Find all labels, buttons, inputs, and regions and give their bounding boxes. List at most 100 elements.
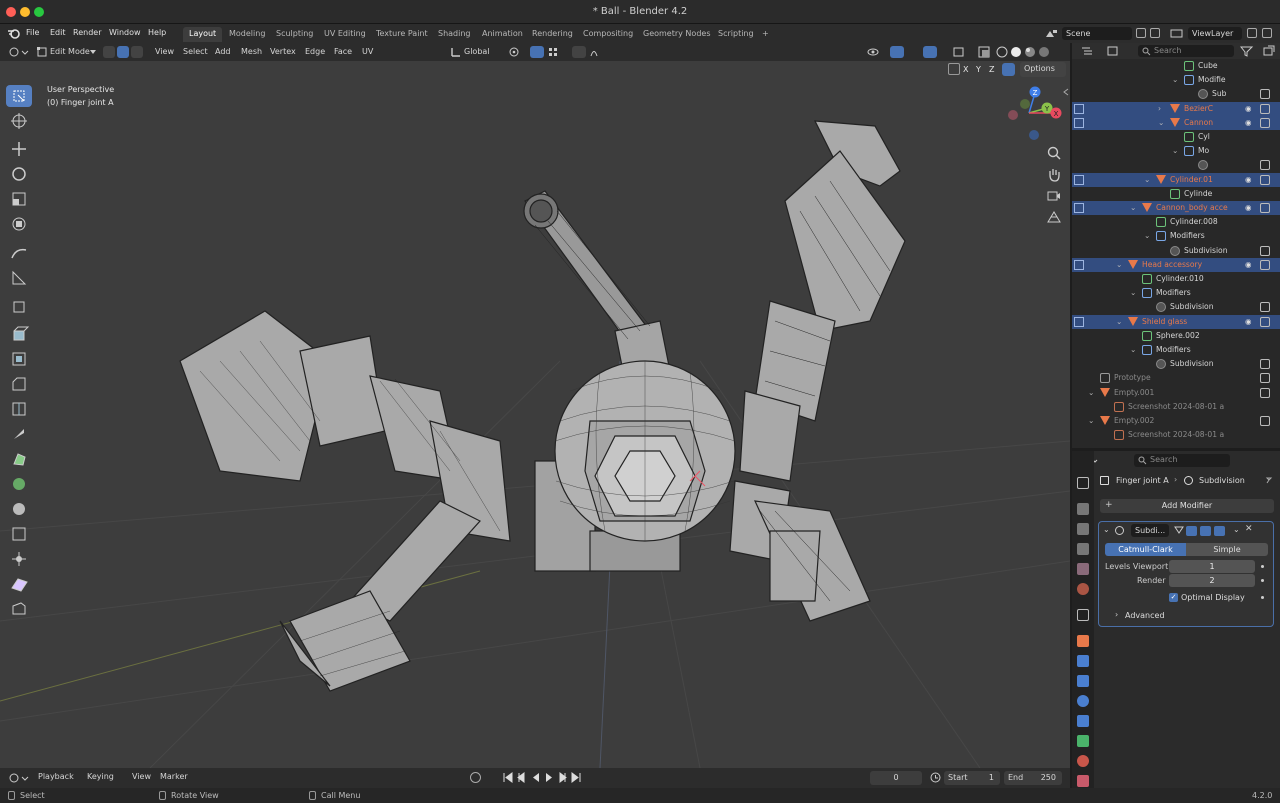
expand-chevron-down-icon[interactable]: ⌄ bbox=[1144, 231, 1150, 240]
rotate-tool[interactable] bbox=[6, 163, 32, 185]
preview-range-icon[interactable] bbox=[930, 772, 941, 783]
end-frame-field[interactable]: End 250 bbox=[1004, 771, 1062, 785]
poly-build-tool[interactable] bbox=[6, 448, 32, 470]
playback-controls[interactable] bbox=[500, 771, 586, 784]
auto-keying-icon[interactable] bbox=[470, 772, 481, 783]
shading-mode-icons[interactable] bbox=[996, 46, 1058, 58]
timeline-view-menu[interactable]: View bbox=[132, 772, 151, 781]
new-collection-icon[interactable] bbox=[1262, 45, 1276, 57]
render-camera-icon[interactable] bbox=[1260, 103, 1270, 114]
outliner-row[interactable]: ⌄ Modifiers bbox=[1072, 343, 1280, 357]
vertex-select-button[interactable] bbox=[103, 46, 115, 58]
navigation-gizmo[interactable]: Z Y X bbox=[1005, 84, 1067, 146]
workspace-tab-sculpting[interactable]: Sculpting bbox=[270, 27, 319, 42]
filter-icon[interactable] bbox=[1240, 46, 1254, 57]
outliner-row[interactable]: Cyl bbox=[1072, 130, 1280, 144]
render-camera-icon[interactable] bbox=[1260, 174, 1270, 185]
keying-menu[interactable]: Keying bbox=[87, 772, 114, 781]
falloff-icon[interactable] bbox=[590, 46, 604, 58]
simple-button[interactable]: Simple bbox=[1186, 543, 1268, 556]
outliner-panel[interactable]: Cube ⌄ Modifie Sub › BezierC ◉ ⌄ Cannon ◉ Cyl ⌄ Mo ⌄ C… bbox=[1072, 43, 1280, 448]
current-frame-field[interactable]: 0 bbox=[870, 771, 922, 785]
outliner-row[interactable]: ⌄ Cannon ◉ bbox=[1072, 115, 1280, 130]
scene-field[interactable]: Scene bbox=[1062, 27, 1132, 40]
bevel-tool[interactable] bbox=[6, 373, 32, 395]
extrude-tool[interactable] bbox=[6, 323, 32, 345]
output-tab-icon[interactable] bbox=[1077, 523, 1089, 535]
expand-chevron-down-icon[interactable]: ⌄ bbox=[1130, 345, 1136, 354]
start-frame-field[interactable]: Start 1 bbox=[944, 771, 1000, 785]
display-mode-icon[interactable] bbox=[1106, 45, 1126, 57]
delete-view-layer-icon[interactable] bbox=[1262, 28, 1272, 38]
outliner-row[interactable]: ⌄ Cylinder.01 ◉ bbox=[1072, 172, 1280, 187]
delete-scene-icon[interactable] bbox=[1150, 28, 1160, 38]
overlays-toggle-button[interactable] bbox=[923, 46, 937, 58]
keyframe-dot-icon[interactable] bbox=[1261, 596, 1264, 599]
orientation-dropdown[interactable]: Global bbox=[464, 47, 490, 56]
mirror-x-label[interactable]: X bbox=[963, 65, 968, 74]
visibility-eye-icon[interactable]: ◉ bbox=[1245, 317, 1252, 326]
select-box-tool[interactable] bbox=[6, 85, 32, 107]
expand-chevron-down-icon[interactable]: ⌄ bbox=[1130, 203, 1136, 212]
outliner-row[interactable]: ⌄ Head accessory ◉ bbox=[1072, 257, 1280, 272]
expand-chevron-right-icon[interactable]: › bbox=[1158, 104, 1161, 113]
outliner-row[interactable]: Subdivision bbox=[1072, 357, 1280, 371]
workspace-tab-layout[interactable]: Layout bbox=[183, 27, 223, 42]
viewport-menu-uv[interactable]: UV bbox=[362, 47, 373, 56]
workspace-tab-scripting[interactable]: Scripting bbox=[712, 27, 760, 42]
world-tab-icon[interactable] bbox=[1077, 583, 1089, 595]
cursor-tool[interactable] bbox=[6, 110, 32, 132]
outliner-row[interactable]: Cylinder.008 bbox=[1072, 215, 1280, 229]
expand-chevron-down-icon[interactable]: ⌄ bbox=[1130, 288, 1136, 297]
expand-chevron-down-icon[interactable]: ⌄ bbox=[1088, 416, 1094, 425]
render-camera-icon[interactable] bbox=[1260, 316, 1270, 327]
render-levels-field[interactable]: 2 bbox=[1169, 574, 1255, 587]
render-camera-icon[interactable] bbox=[1260, 373, 1270, 384]
outliner-row[interactable]: ⌄ Modifie bbox=[1072, 73, 1280, 87]
render-camera-icon[interactable] bbox=[1260, 387, 1270, 398]
scale-tool[interactable] bbox=[6, 188, 32, 210]
collection-tab-icon[interactable] bbox=[1077, 609, 1089, 621]
expand-chevron-down-icon[interactable]: ⌄ bbox=[1116, 260, 1122, 269]
pan-hand-icon[interactable] bbox=[1046, 166, 1062, 182]
outliner-row[interactable]: Cylinde bbox=[1072, 187, 1280, 201]
modifier-menu-chevron-icon[interactable]: ⌄ bbox=[1233, 525, 1240, 534]
expand-chevron-down-icon[interactable]: ⌄ bbox=[1144, 175, 1150, 184]
rip-region-tool[interactable] bbox=[6, 598, 32, 620]
collapse-chevron-icon[interactable]: ⌄ bbox=[1103, 525, 1110, 534]
outliner-row[interactable]: Subdivision bbox=[1072, 244, 1280, 258]
outliner-row[interactable]: Sub bbox=[1072, 87, 1280, 101]
visibility-eye-icon[interactable]: ◉ bbox=[1245, 260, 1252, 269]
levels-viewport-field[interactable]: 1 bbox=[1169, 560, 1255, 573]
view-layer-field[interactable]: ViewLayer bbox=[1188, 27, 1242, 40]
outliner-row[interactable]: ⌄ Empty.002 bbox=[1072, 414, 1280, 428]
outliner-row[interactable]: ⌄ Modifiers bbox=[1072, 229, 1280, 243]
mirror-z-label[interactable]: Z bbox=[989, 65, 994, 74]
3d-viewport[interactable]: User Perspective (0) Finger joint A X Y … bbox=[0, 61, 1070, 768]
edit-mode-indicator-icon[interactable] bbox=[1074, 316, 1084, 327]
new-scene-icon[interactable] bbox=[1136, 28, 1146, 38]
expand-chevron-down-icon[interactable]: ⌄ bbox=[1116, 317, 1122, 326]
visibility-eye-icon[interactable]: ◉ bbox=[1245, 175, 1252, 184]
viewport-menu-select[interactable]: Select bbox=[183, 47, 208, 56]
timeline-editor-type-icon[interactable] bbox=[8, 772, 30, 784]
viewport-menu-view[interactable]: View bbox=[155, 47, 174, 56]
options-dropdown[interactable]: Options bbox=[1020, 62, 1066, 77]
loop-cut-tool[interactable] bbox=[6, 398, 32, 420]
move-tool[interactable] bbox=[6, 138, 32, 160]
scene-icon[interactable] bbox=[1044, 28, 1058, 39]
outliner-row[interactable]: ⌄ Modifiers bbox=[1072, 286, 1280, 300]
render-camera-icon[interactable] bbox=[1260, 359, 1270, 370]
shear-tool[interactable] bbox=[6, 573, 32, 595]
outliner-search-input[interactable]: Search bbox=[1138, 45, 1234, 57]
edit-mode-indicator-icon[interactable] bbox=[1074, 174, 1084, 185]
workspace-tab-rendering[interactable]: Rendering bbox=[526, 27, 579, 42]
properties-search-input[interactable]: Search bbox=[1134, 454, 1230, 467]
view-layer-tab-icon[interactable] bbox=[1077, 543, 1089, 555]
expand-chevron-down-icon[interactable]: ⌄ bbox=[1172, 75, 1178, 84]
mesh-edit-overlay-icon[interactable] bbox=[952, 46, 966, 58]
keyframe-dot-icon[interactable] bbox=[1261, 565, 1264, 568]
workspace-tab-geometry-nodes[interactable]: Geometry Nodes bbox=[637, 27, 716, 42]
gizmo-toggle-button[interactable] bbox=[890, 46, 904, 58]
outliner-row[interactable]: Subdivision bbox=[1072, 300, 1280, 314]
